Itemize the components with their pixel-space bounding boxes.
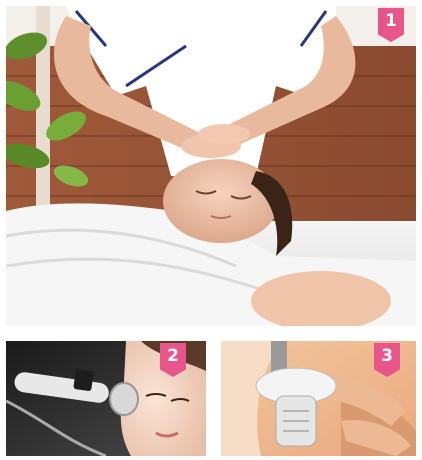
head-massage-illustration bbox=[6, 6, 416, 326]
main-treatment-photo: 1 bbox=[6, 6, 416, 326]
body-treatment-photo: 3 bbox=[221, 341, 416, 456]
facial-device-photo: 2 bbox=[6, 341, 206, 456]
